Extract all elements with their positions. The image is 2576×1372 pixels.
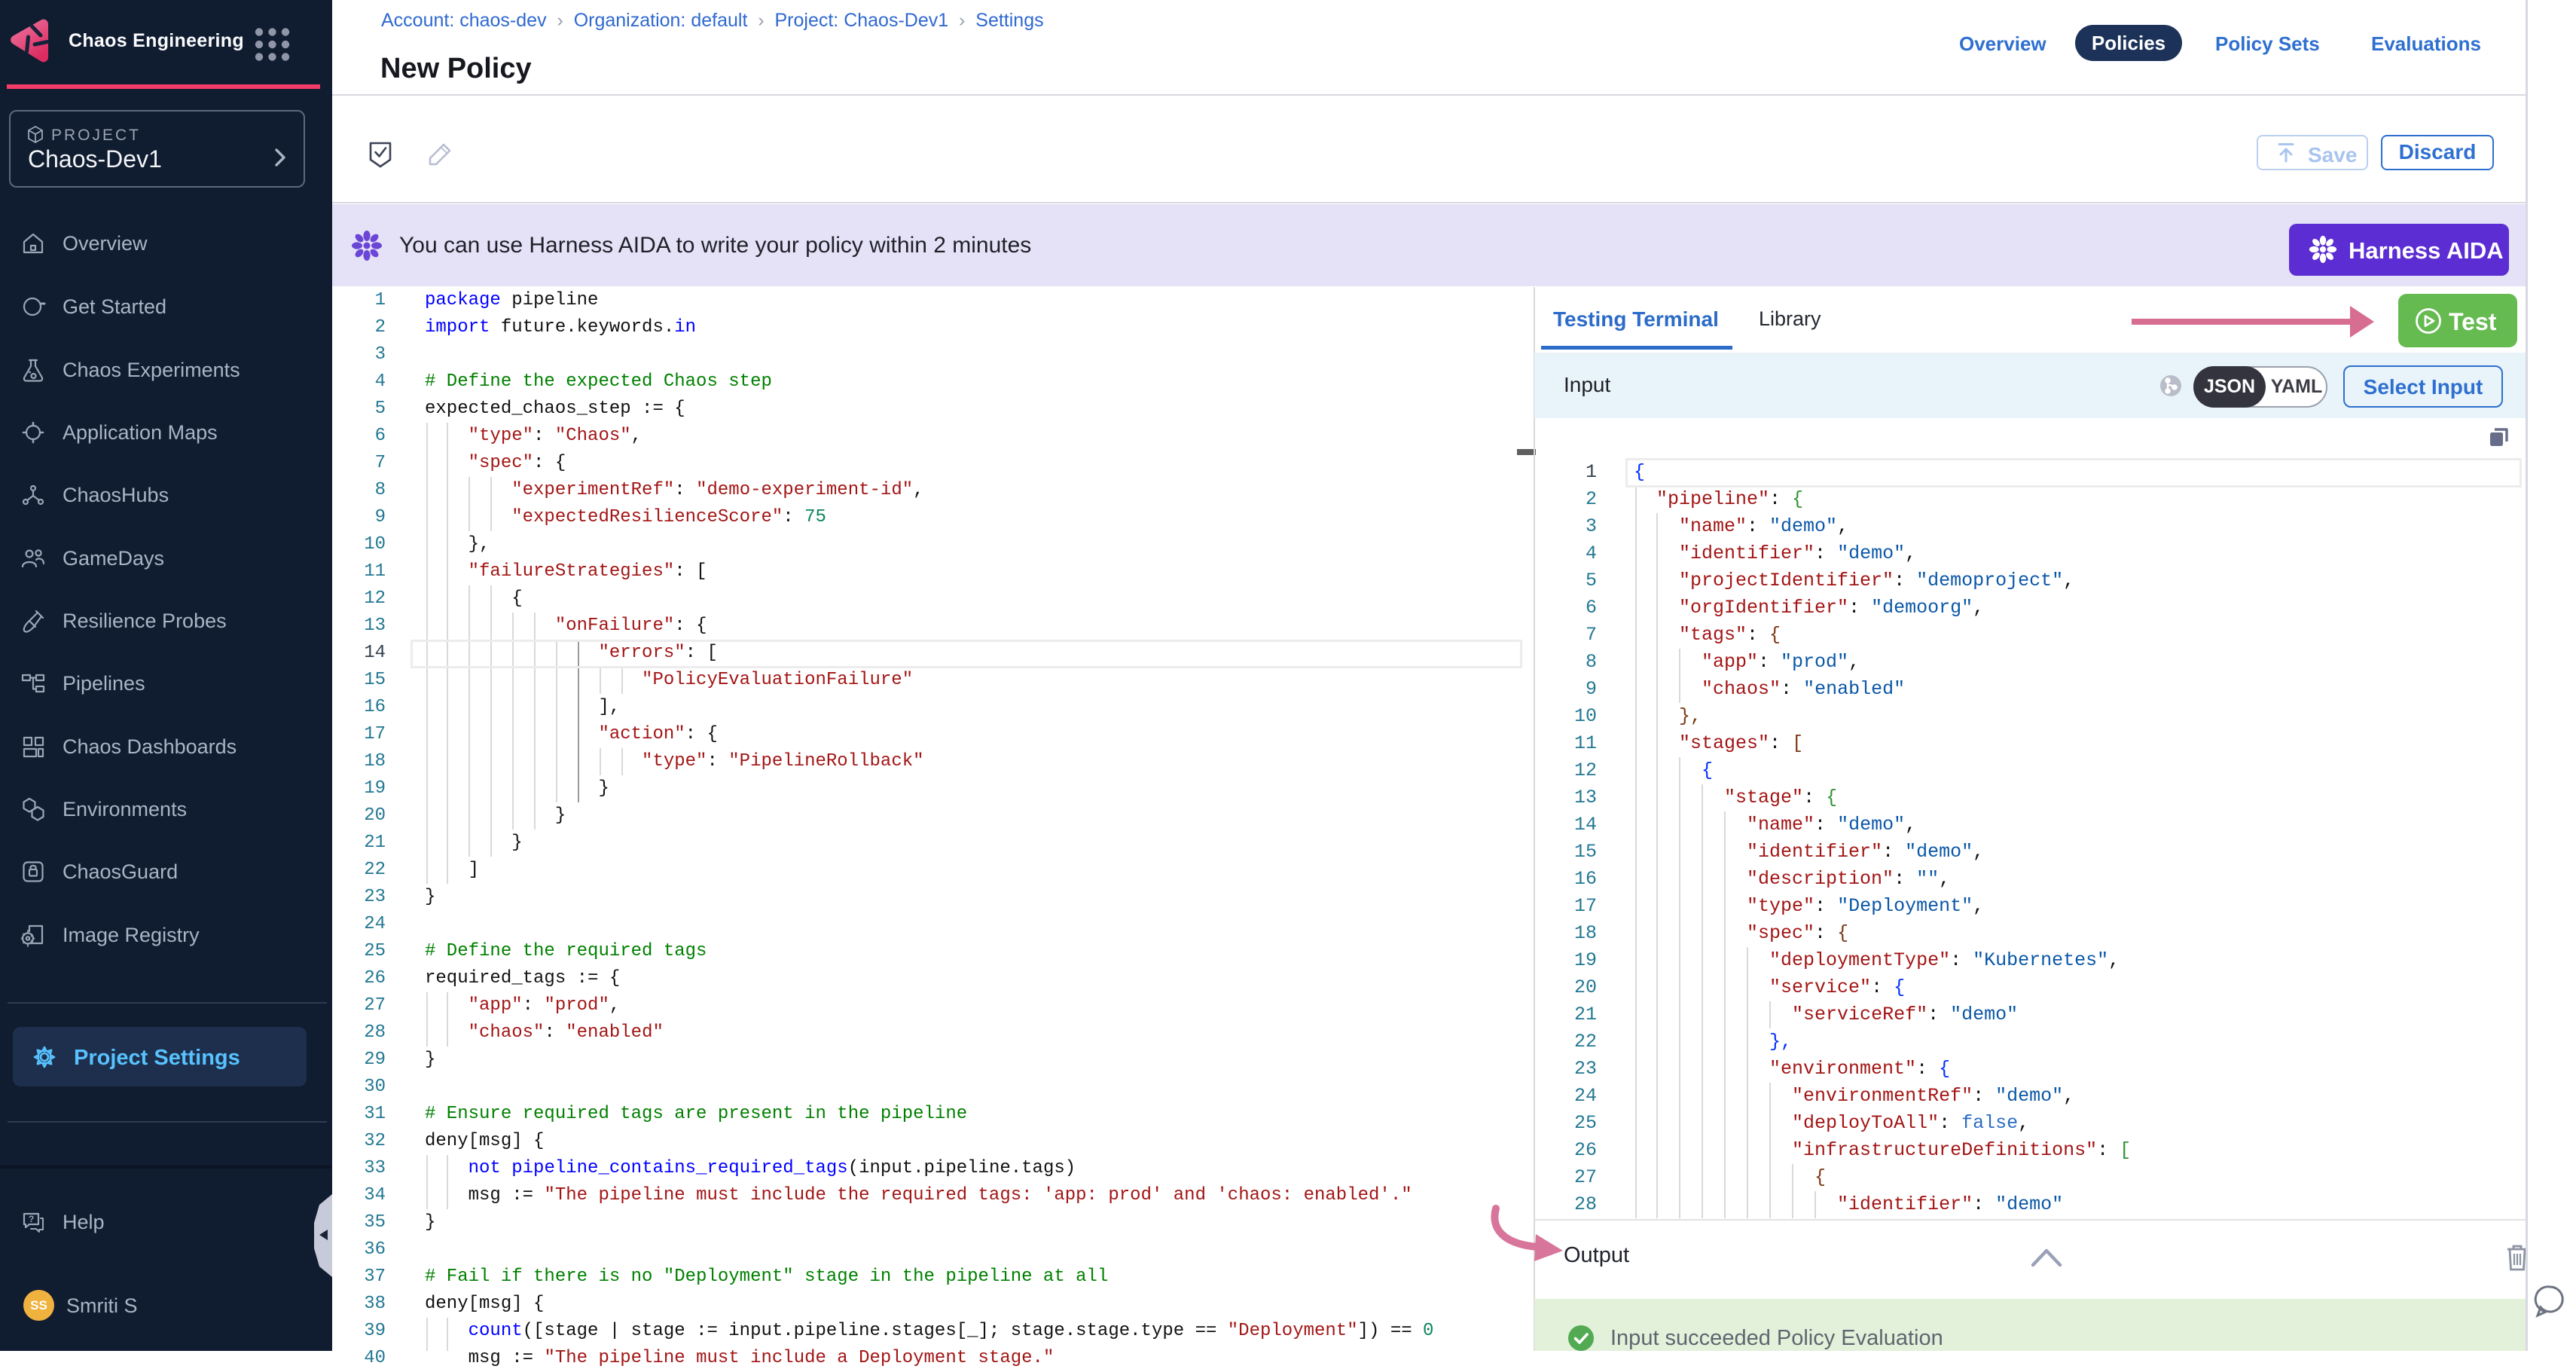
svg-text:?: ? xyxy=(29,1214,34,1224)
